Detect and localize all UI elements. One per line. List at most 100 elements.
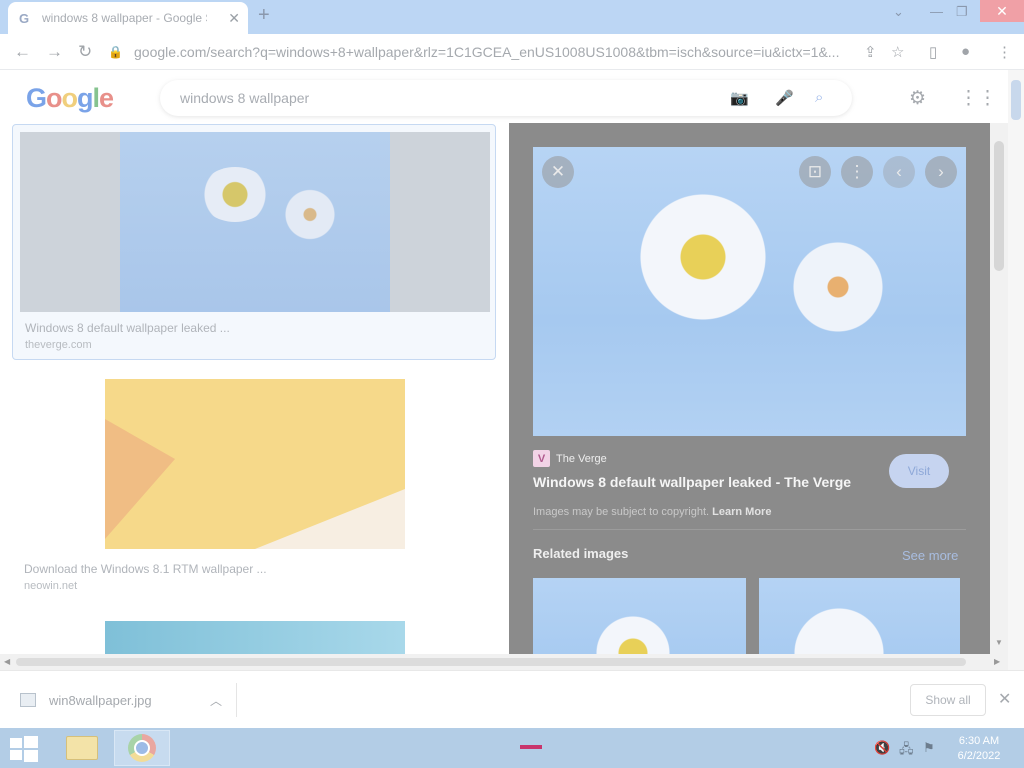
minimize-icon[interactable]: — xyxy=(930,4,943,19)
result-title[interactable]: Windows 8 default wallpaper leaked ... xyxy=(25,321,230,335)
result-source[interactable]: neowin.net xyxy=(24,580,77,592)
windows-taskbar: 🔇 🖧 ⚑ 6:30 AM 6/2/2022 xyxy=(0,728,1024,768)
result-source[interactable]: theverge.com xyxy=(25,339,92,351)
show-all-button[interactable]: Show all xyxy=(910,684,986,716)
close-preview-icon[interactable]: ✕ xyxy=(542,156,574,188)
url-text[interactable]: google.com/search?q=windows+8+wallpaper&… xyxy=(134,44,844,60)
forward-arrow-icon[interactable]: → xyxy=(46,42,63,62)
window-close-icon[interactable]: ✕ xyxy=(980,0,1024,22)
reload-icon[interactable]: ↻ xyxy=(78,42,92,62)
scroll-left-arrow-icon[interactable]: ◀ xyxy=(4,657,10,666)
start-pane xyxy=(10,738,22,748)
close-download-bar-icon[interactable]: ✕ xyxy=(998,689,1011,709)
scroll-right-arrow-icon[interactable]: ▶ xyxy=(994,657,1000,666)
preview-site[interactable]: V The Verge xyxy=(533,450,607,467)
next-image-icon[interactable]: › xyxy=(925,156,957,188)
file-explorer-taskbar-button[interactable] xyxy=(54,730,110,766)
copyright-text: Images may be subject to copyright. xyxy=(533,506,710,518)
daisy-image xyxy=(120,132,390,312)
wallpaper-shape xyxy=(255,489,405,549)
back-arrow-icon[interactable]: ← xyxy=(14,42,31,62)
logo-letter: g xyxy=(77,83,93,113)
apps-grid-icon[interactable]: ⋮⋮ xyxy=(959,87,997,110)
previous-image-icon[interactable]: ‹ xyxy=(883,156,915,188)
download-item[interactable]: win8wallpaper.jpg ︿ xyxy=(12,683,237,717)
related-image[interactable] xyxy=(533,578,746,654)
visit-button[interactable]: Visit xyxy=(889,454,949,488)
bookmark-star-icon[interactable]: ☆ xyxy=(891,43,904,61)
results-vertical-scrollbar[interactable]: ▼ xyxy=(990,123,1008,654)
microphone-icon[interactable]: 🎤 xyxy=(775,89,794,107)
site-name: The Verge xyxy=(556,452,607,465)
camera-icon[interactable]: 📷 xyxy=(730,89,749,107)
browser-tab[interactable]: G windows 8 wallpaper - Google S ✕ xyxy=(8,2,248,34)
settings-gear-icon[interactable]: ⚙ xyxy=(909,87,926,110)
search-input[interactable] xyxy=(180,90,700,106)
profile-avatar-icon[interactable]: ● xyxy=(961,43,970,60)
vertical-scrollbar-thumb[interactable] xyxy=(994,141,1004,271)
result-thumbnail[interactable] xyxy=(105,621,405,654)
lock-icon: 🔒 xyxy=(108,45,123,59)
restore-icon[interactable]: ❐ xyxy=(956,4,968,20)
google-favicon-icon: G xyxy=(18,10,30,26)
logo-letter: o xyxy=(61,83,78,113)
page-scrollbar-thumb[interactable] xyxy=(1011,80,1021,120)
flower-shape xyxy=(593,613,673,654)
action-center-flag-icon[interactable]: ⚑ xyxy=(923,740,935,756)
related-image[interactable] xyxy=(759,578,960,654)
search-box[interactable]: 📷 🎤 ⌕ xyxy=(160,80,852,116)
result-card[interactable] xyxy=(12,621,496,654)
system-clock[interactable]: 6:30 AM 6/2/2022 xyxy=(950,734,1008,764)
address-bar[interactable]: 🔒 google.com/search?q=windows+8+wallpape… xyxy=(108,38,848,66)
share-icon[interactable]: ⇪ xyxy=(864,43,877,61)
preview-title[interactable]: Windows 8 default wallpaper leaked - The… xyxy=(533,474,851,490)
lens-search-icon[interactable]: ⊡ xyxy=(799,156,831,188)
learn-more-link[interactable]: Learn More xyxy=(712,506,771,518)
start-pane xyxy=(24,736,38,748)
flower-shape xyxy=(788,232,888,342)
see-more-link[interactable]: See more xyxy=(902,548,958,563)
chrome-icon xyxy=(128,734,156,762)
download-file-name[interactable]: win8wallpaper.jpg xyxy=(49,693,152,708)
clock-date: 6/2/2022 xyxy=(957,750,1001,762)
more-options-icon[interactable]: ⋮ xyxy=(841,156,873,188)
image-results: Windows 8 default wallpaper leaked ... t… xyxy=(0,124,505,654)
flower-shape xyxy=(280,187,340,242)
new-tab-icon[interactable]: + xyxy=(258,4,270,27)
browser-toolbar: ← → ↻ 🔒 google.com/search?q=windows+8+wa… xyxy=(0,34,1024,70)
result-title[interactable]: Download the Windows 8.1 RTM wallpaper .… xyxy=(24,562,267,576)
network-icon[interactable]: 🖧 xyxy=(899,740,914,762)
browser-menu-icon[interactable]: ⋮ xyxy=(997,43,1012,61)
horizontal-scrollbar[interactable]: ◀ ▶ xyxy=(0,654,1008,670)
side-panel-icon[interactable]: ▯ xyxy=(929,43,937,61)
copyright-notice: Images may be subject to copyright. Lear… xyxy=(533,506,771,518)
preview-image[interactable] xyxy=(533,147,966,436)
download-bar: win8wallpaper.jpg ︿ Show all ✕ xyxy=(0,670,1024,728)
result-thumbnail[interactable] xyxy=(105,379,405,549)
flower-shape xyxy=(779,603,899,654)
search-icon[interactable]: ⌕ xyxy=(815,89,823,106)
start-pane xyxy=(24,750,38,762)
tab-close-icon[interactable]: ✕ xyxy=(228,10,240,27)
result-card[interactable]: Windows 8 default wallpaper leaked ... t… xyxy=(12,124,496,360)
google-logo[interactable]: Google xyxy=(26,83,114,114)
tab-title: windows 8 wallpaper - Google S xyxy=(42,11,207,25)
start-pane xyxy=(10,750,22,760)
folder-icon xyxy=(66,736,98,760)
result-thumbnail[interactable] xyxy=(20,132,490,312)
windows-start-icon[interactable] xyxy=(8,736,40,762)
chevron-up-icon[interactable]: ︿ xyxy=(210,692,222,709)
verge-logo-icon: V xyxy=(533,450,550,467)
horizontal-scrollbar-thumb[interactable] xyxy=(16,658,966,666)
flower-shape xyxy=(633,187,773,327)
tab-search-chevron-icon[interactable]: ⌄ xyxy=(893,4,904,20)
page-scrollbar[interactable] xyxy=(1008,70,1024,670)
image-file-icon xyxy=(20,693,36,707)
scroll-down-arrow-icon[interactable]: ▼ xyxy=(995,638,1003,647)
title-bar: G windows 8 wallpaper - Google S ✕ + ⌄ —… xyxy=(0,0,1024,34)
speaker-muted-icon[interactable]: 🔇 xyxy=(874,740,890,756)
logo-letter: G xyxy=(26,83,47,113)
logo-letter: o xyxy=(46,83,62,113)
chrome-taskbar-button[interactable] xyxy=(114,730,170,766)
result-card[interactable]: Download the Windows 8.1 RTM wallpaper .… xyxy=(12,374,496,610)
